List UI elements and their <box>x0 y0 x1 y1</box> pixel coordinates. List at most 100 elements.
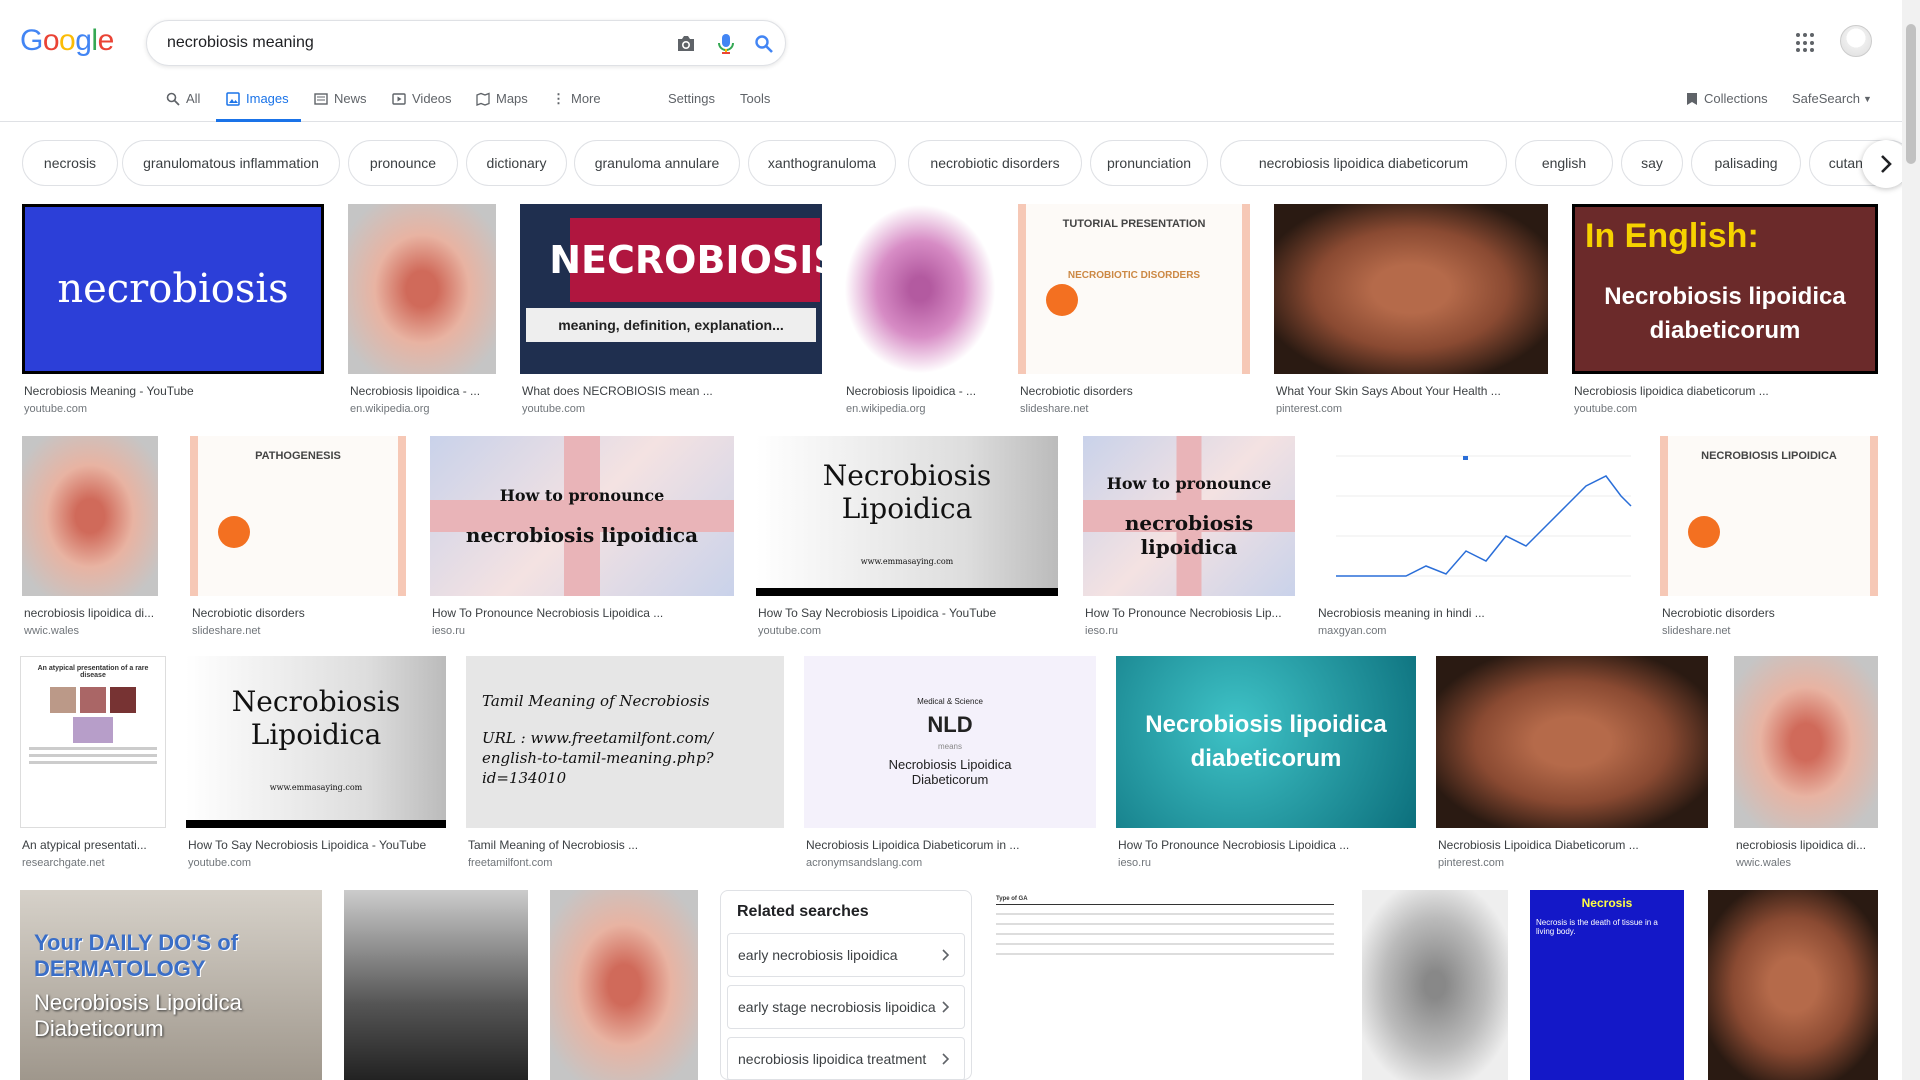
related-search-item[interactable]: early necrobiosis lipoidica <box>727 933 965 977</box>
result-source[interactable]: slideshare.net <box>192 625 261 637</box>
image-thumbnail[interactable]: NECROBIOSIS meaning, definition, explanat… <box>520 204 822 374</box>
image-thumbnail[interactable]: Tamil Meaning of Necrobiosis URL : www.fr… <box>466 656 784 828</box>
chip-pronunciation[interactable]: pronunciation <box>1090 140 1208 186</box>
image-thumbnail[interactable] <box>1274 204 1548 374</box>
image-thumbnail[interactable]: How to pronounce necrobiosis lipoidica <box>1083 436 1295 596</box>
result-source[interactable]: en.wikipedia.org <box>350 403 430 415</box>
microphone-icon[interactable] <box>715 33 737 55</box>
chip-necrosis[interactable]: necrosis <box>22 140 118 186</box>
image-thumbnail[interactable]: Necrosis Necrosis is the death of tissue … <box>1530 890 1684 1080</box>
result-caption[interactable]: Necrobiotic disorders <box>192 606 404 620</box>
chip-say[interactable]: say <box>1621 140 1683 186</box>
google-apps-icon[interactable] <box>1796 33 1816 53</box>
image-thumbnail[interactable] <box>1316 436 1638 596</box>
result-source[interactable]: slideshare.net <box>1662 625 1731 637</box>
image-thumbnail[interactable] <box>1734 656 1878 828</box>
result-source[interactable]: ieso.ru <box>1118 857 1151 869</box>
result-source[interactable]: en.wikipedia.org <box>846 403 926 415</box>
result-caption[interactable]: How To Pronounce Necrobiosis Lipoidica .… <box>432 606 732 620</box>
chip-granulomatous-inflammation[interactable]: granulomatous inflammation <box>122 140 340 186</box>
related-search-item[interactable]: early stage necrobiosis lipoidica <box>727 985 965 1029</box>
image-thumbnail[interactable]: PATHOGENESIS <box>190 436 406 596</box>
search-input[interactable]: necrobiosis meaning <box>167 34 314 52</box>
result-source[interactable]: youtube.com <box>1574 403 1637 415</box>
chip-dictionary[interactable]: dictionary <box>466 140 567 186</box>
image-thumbnail[interactable] <box>1708 890 1878 1080</box>
image-thumbnail[interactable]: Necrobiosis Lipoidica www.emmasaying.com <box>756 436 1058 596</box>
google-logo[interactable]: Google <box>20 24 114 58</box>
tools-link[interactable]: Tools <box>740 91 770 106</box>
image-thumbnail[interactable] <box>348 204 496 374</box>
collections-link[interactable]: Collections <box>1686 91 1768 106</box>
safesearch-toggle[interactable]: SafeSearch ▼ <box>1792 91 1872 106</box>
account-avatar[interactable] <box>1840 25 1872 57</box>
result-source[interactable]: wwic.wales <box>24 625 79 637</box>
result-source[interactable]: acronymsandslang.com <box>806 857 922 869</box>
result-caption[interactable]: What Your Skin Says About Your Health ..… <box>1276 384 1546 398</box>
chip-xanthogranuloma[interactable]: xanthogranuloma <box>748 140 896 186</box>
image-thumbnail[interactable]: An atypical presentation of a rare disea… <box>20 656 166 828</box>
result-caption[interactable]: Necrobiosis Lipoidica Diabeticorum ... <box>1438 838 1706 852</box>
chip-pronounce[interactable]: pronounce <box>348 140 458 186</box>
scrollbar-thumb[interactable] <box>1906 24 1916 164</box>
result-source[interactable]: youtube.com <box>522 403 585 415</box>
image-thumbnail[interactable]: TUTORIAL PRESENTATION NECROBIOTIC DISORDE… <box>1018 204 1250 374</box>
tab-videos[interactable]: Videos <box>392 88 452 122</box>
result-source[interactable]: ieso.ru <box>1085 625 1118 637</box>
result-caption[interactable]: Necrobiosis lipoidica - ... <box>350 384 494 398</box>
result-source[interactable]: pinterest.com <box>1438 857 1504 869</box>
result-caption[interactable]: necrobiosis lipoidica di... <box>24 606 156 620</box>
tab-more[interactable]: ⋮ More <box>552 88 601 122</box>
result-caption[interactable]: Necrobiosis lipoidica diabeticorum ... <box>1574 384 1876 398</box>
result-caption[interactable]: Necrobiosis Lipoidica Diabeticorum in ..… <box>806 838 1094 852</box>
tab-images[interactable]: Images <box>216 88 301 122</box>
image-thumbnail[interactable] <box>1436 656 1708 828</box>
chip-palisading[interactable]: palisading <box>1691 140 1801 186</box>
chip-english[interactable]: english <box>1515 140 1613 186</box>
image-thumbnail[interactable]: Your DAILY DO'S of DERMATOLOGY Necrobiosi… <box>20 890 322 1080</box>
chip-granuloma-annulare[interactable]: granuloma annulare <box>574 140 740 186</box>
result-source[interactable]: pinterest.com <box>1276 403 1342 415</box>
result-caption[interactable]: How To Pronounce Necrobiosis Lip... <box>1085 606 1293 620</box>
image-thumbnail[interactable] <box>22 436 158 596</box>
result-source[interactable]: maxgyan.com <box>1318 625 1386 637</box>
camera-icon[interactable] <box>675 33 697 55</box>
image-thumbnail[interactable] <box>344 890 528 1080</box>
result-caption[interactable]: How To Pronounce Necrobiosis Lipoidica .… <box>1118 838 1414 852</box>
image-thumbnail[interactable]: In English: Necrobiosis lipoidica diabeti… <box>1572 204 1878 374</box>
result-source[interactable]: slideshare.net <box>1020 403 1089 415</box>
image-thumbnail[interactable]: Type of GA <box>990 890 1340 1080</box>
result-source[interactable]: wwic.wales <box>1736 857 1791 869</box>
result-caption[interactable]: How To Say Necrobiosis Lipoidica - YouTu… <box>758 606 1056 620</box>
image-thumbnail[interactable]: Medical & Science NLD means Necrobiosis Lip… <box>804 656 1096 828</box>
search-box[interactable]: necrobiosis meaning <box>146 20 786 66</box>
settings-link[interactable]: Settings <box>668 91 715 106</box>
result-source[interactable]: ieso.ru <box>432 625 465 637</box>
result-caption[interactable]: Necrobiotic disorders <box>1020 384 1248 398</box>
result-source[interactable]: youtube.com <box>24 403 87 415</box>
image-thumbnail[interactable]: How to pronounce necrobiosis lipoidica <box>430 436 734 596</box>
search-icon[interactable] <box>753 33 775 55</box>
result-source[interactable]: freetamilfont.com <box>468 857 552 869</box>
result-caption[interactable]: necrobiosis lipoidica di... <box>1736 838 1876 852</box>
chip-necrobiotic-disorders[interactable]: necrobiotic disorders <box>908 140 1082 186</box>
image-thumbnail[interactable] <box>1362 890 1508 1080</box>
result-caption[interactable]: An atypical presentati... <box>22 838 164 852</box>
image-thumbnail[interactable]: Necrobiosis lipoidica diabeticorum <box>1116 656 1416 828</box>
result-source[interactable]: youtube.com <box>188 857 251 869</box>
tab-maps[interactable]: Maps <box>476 88 528 122</box>
tab-news[interactable]: News <box>314 88 367 122</box>
tab-all[interactable]: All <box>166 88 200 122</box>
result-caption[interactable]: Necrobiosis lipoidica - ... <box>846 384 994 398</box>
image-thumbnail[interactable] <box>550 890 698 1080</box>
image-thumbnail[interactable]: NECROBIOSIS LIPOIDICA <box>1660 436 1878 596</box>
result-caption[interactable]: Necrobiosis Meaning - YouTube <box>24 384 322 398</box>
image-thumbnail[interactable]: necrobiosis <box>22 204 324 374</box>
result-source[interactable]: researchgate.net <box>22 857 105 869</box>
page-scrollbar[interactable] <box>1902 0 1920 1080</box>
image-thumbnail[interactable] <box>844 204 996 374</box>
result-caption[interactable]: How To Say Necrobiosis Lipoidica - YouTu… <box>188 838 444 852</box>
result-caption[interactable]: Necrobiotic disorders <box>1662 606 1876 620</box>
result-source[interactable]: youtube.com <box>758 625 821 637</box>
image-thumbnail[interactable]: Necrobiosis Lipoidica www.emmasaying.com <box>186 656 446 828</box>
